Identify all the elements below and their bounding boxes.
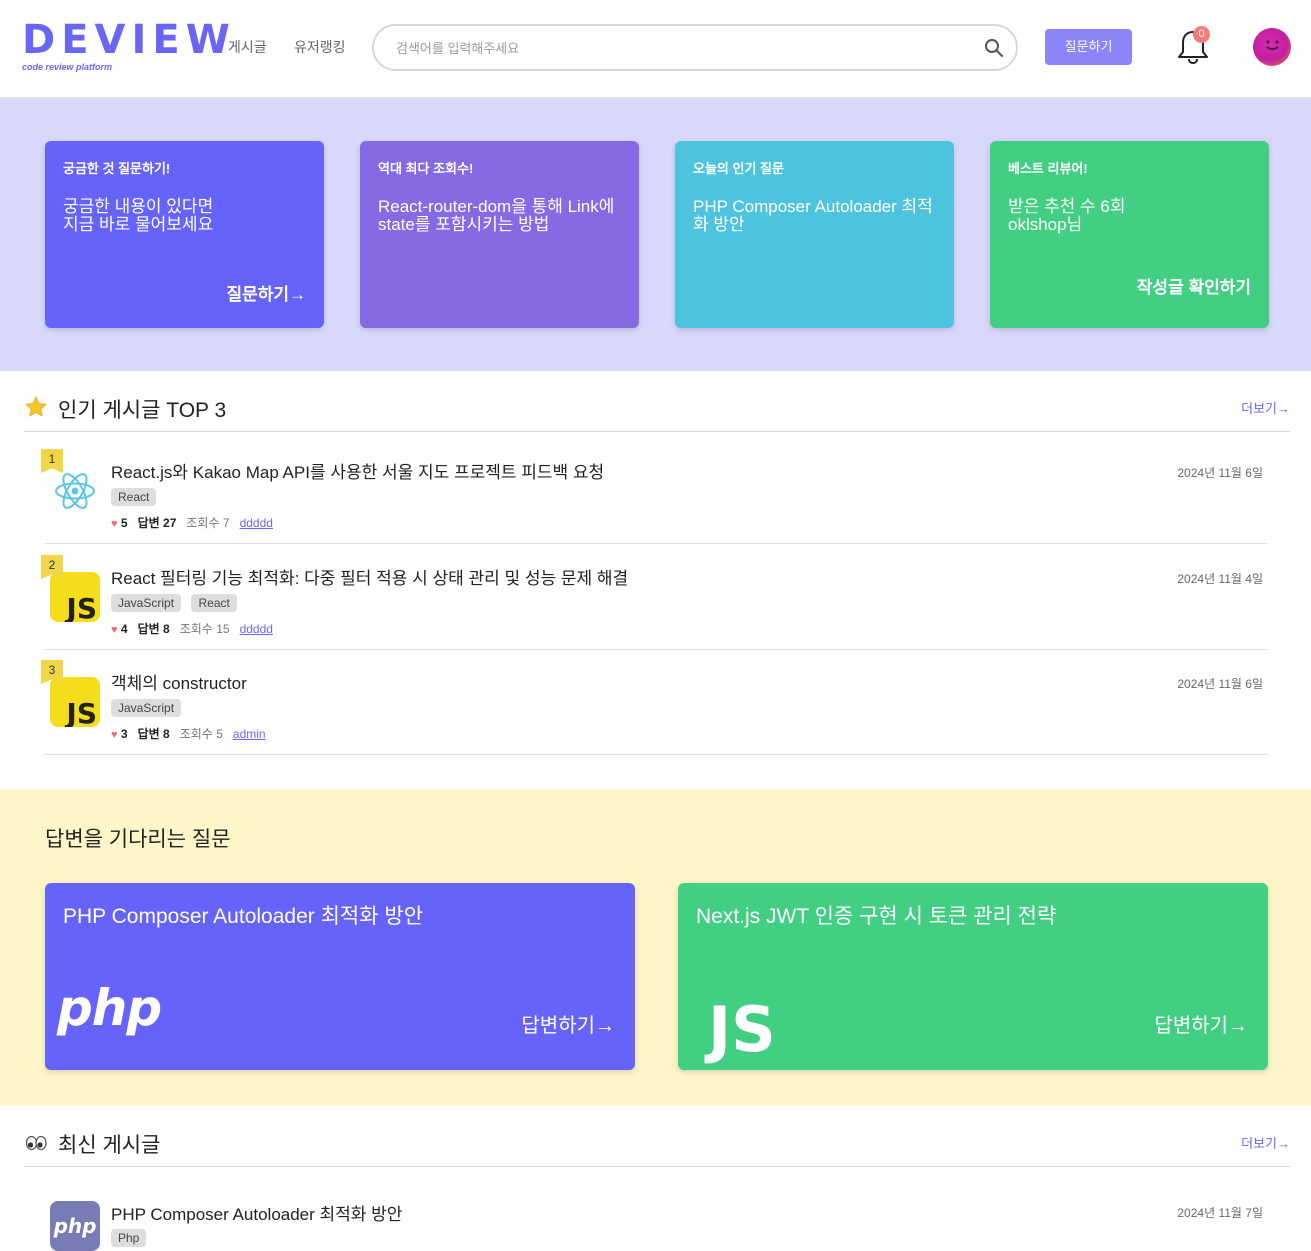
hero-card-ask[interactable]: 궁금한 것 질문하기! 궁금한 내용이 있다면 지금 바로 물어보세요 질문하기… bbox=[45, 141, 324, 328]
heart-icon: ♥ bbox=[111, 624, 118, 636]
post-meta: ♥ 3 답변 8 조회수 5 admin bbox=[111, 725, 266, 742]
post-title[interactable]: React 필터링 기능 최적화: 다중 필터 적용 시 상태 관리 및 성능 … bbox=[111, 564, 628, 589]
post-meta: ♥ 4 답변 8 조회수 15 ddddd bbox=[111, 620, 273, 637]
react-icon bbox=[55, 473, 95, 509]
view-label: 조회수 bbox=[179, 727, 213, 741]
hero-card-best-reviewer[interactable]: 베스트 리뷰어! 받은 추천 수 6회 oklshop님 작성글 확인하기 bbox=[990, 141, 1269, 328]
waiting-card-php[interactable]: PHP Composer Autoloader 최적화 방안 php 답변하기→ bbox=[45, 883, 635, 1070]
heart-icon: ♥ bbox=[111, 518, 118, 530]
popular-more-link[interactable]: 더보기→ bbox=[1241, 398, 1290, 417]
logo[interactable]: DEVIEW code review platform bbox=[22, 17, 236, 74]
js-icon: JS bbox=[50, 572, 100, 622]
php-logo-icon: php bbox=[57, 979, 162, 1037]
search-icon[interactable] bbox=[984, 38, 1004, 58]
like-count: 4 bbox=[120, 622, 128, 636]
post-tags: React bbox=[111, 488, 162, 506]
answer-count: 8 bbox=[163, 622, 170, 636]
hero-card-label: 역대 최다 조회수! bbox=[378, 161, 474, 176]
view-label: 조회수 bbox=[179, 622, 213, 636]
waiting-card-title: PHP Composer Autoloader 최적화 방안 bbox=[63, 905, 424, 928]
waiting-section: 답변을 기다리는 질문 PHP Composer Autoloader 최적화 … bbox=[0, 789, 1311, 1106]
latest-post-1[interactable]: php PHP Composer Autoloader 최적화 방안 Php 2… bbox=[45, 1173, 1267, 1251]
popular-post-2[interactable]: JS 2 React 필터링 기능 최적화: 다중 필터 적용 시 상태 관리 … bbox=[41, 544, 1267, 650]
tag-react[interactable]: React bbox=[191, 594, 237, 612]
nav-user-ranking[interactable]: 유저랭킹 bbox=[294, 37, 346, 57]
hero-card-label: 오늘의 인기 질문 bbox=[693, 161, 784, 176]
post-title[interactable]: 객체의 constructor bbox=[111, 669, 247, 694]
star-icon bbox=[25, 396, 47, 417]
eyes-icon bbox=[25, 1135, 47, 1151]
tag-php[interactable]: Php bbox=[111, 1229, 147, 1247]
ask-question-button[interactable]: 질문하기 bbox=[1045, 29, 1132, 65]
hero-card-text: 받은 추천 수 6회 oklshop님 bbox=[1008, 197, 1126, 234]
view-count: 7 bbox=[222, 516, 230, 530]
nav-posts[interactable]: 게시글 bbox=[228, 37, 267, 57]
answer-label: 답변 bbox=[137, 516, 160, 530]
post-date: 2024년 11월 7일 bbox=[1177, 1206, 1263, 1220]
hero-card-label: 궁금한 것 질문하기! bbox=[63, 161, 171, 176]
hero-card-label: 베스트 리뷰어! bbox=[1008, 161, 1088, 176]
post-date: 2024년 11월 4일 bbox=[1177, 572, 1263, 586]
waiting-card-title: Next.js JWT 인증 구현 시 토큰 관리 전략 bbox=[696, 905, 1057, 928]
hero-card-most-viewed[interactable]: 역대 최다 조회수! React-router-dom을 통해 Link에 st… bbox=[360, 141, 639, 328]
latest-section-header: 최신 게시글 더보기→ bbox=[24, 1127, 1290, 1167]
hero-section: 궁금한 것 질문하기! 궁금한 내용이 있다면 지금 바로 물어보세요 질문하기… bbox=[0, 98, 1311, 371]
author-link[interactable]: ddddd bbox=[240, 622, 273, 636]
hero-card-text: 궁금한 내용이 있다면 지금 바로 물어보세요 bbox=[63, 197, 214, 234]
post-meta: ♥ 5 답변 27 조회수 7 ddddd bbox=[111, 514, 273, 531]
like-count: 3 bbox=[120, 727, 128, 741]
view-count: 15 bbox=[216, 622, 230, 636]
header: DEVIEW code review platform 게시글 유저랭킹 질문하… bbox=[0, 0, 1311, 98]
hero-view-posts-link[interactable]: 작성글 확인하기 bbox=[1137, 273, 1251, 298]
tag-react[interactable]: React bbox=[111, 488, 157, 506]
popular-post-1[interactable]: 1 React.js와 Kakao Map API를 사용한 서울 지도 프로젝… bbox=[41, 438, 1267, 544]
latest-more-link[interactable]: 더보기→ bbox=[1241, 1133, 1290, 1152]
waiting-title: 답변을 기다리는 질문 bbox=[45, 828, 231, 851]
js-icon: JS bbox=[50, 677, 100, 727]
post-tags: JavaScript bbox=[111, 699, 187, 717]
tag-javascript[interactable]: JavaScript bbox=[111, 594, 182, 612]
logo-text: DEVIEW bbox=[22, 17, 236, 63]
view-count: 5 bbox=[216, 727, 223, 741]
popular-section-header: 인기 게시글 TOP 3 더보기→ bbox=[24, 392, 1290, 432]
latest-title: 최신 게시글 bbox=[58, 1134, 161, 1157]
answer-label: 답변 bbox=[137, 622, 160, 636]
popular-title: 인기 게시글 TOP 3 bbox=[58, 399, 227, 422]
tag-javascript[interactable]: JavaScript bbox=[111, 699, 182, 717]
php-icon: php bbox=[50, 1201, 100, 1251]
like-count: 5 bbox=[120, 516, 128, 530]
avatar-face-icon bbox=[1266, 40, 1279, 50]
answer-button[interactable]: 답변하기→ bbox=[1154, 1009, 1248, 1038]
post-date: 2024년 11월 6일 bbox=[1177, 677, 1263, 691]
post-title[interactable]: React.js와 Kakao Map API를 사용한 서울 지도 프로젝트 … bbox=[111, 458, 604, 483]
notification-badge: 0 bbox=[1193, 26, 1210, 43]
avatar[interactable] bbox=[1253, 28, 1291, 66]
post-date: 2024년 11월 6일 bbox=[1177, 466, 1263, 480]
js-logo-icon: JS bbox=[708, 993, 776, 1066]
post-title[interactable]: PHP Composer Autoloader 최적화 방안 bbox=[111, 1200, 402, 1225]
answer-button[interactable]: 답변하기→ bbox=[521, 1009, 615, 1038]
post-tags: Php bbox=[111, 1229, 152, 1247]
answer-count: 8 bbox=[163, 727, 170, 741]
heart-icon: ♥ bbox=[111, 729, 118, 741]
answer-label: 답변 bbox=[137, 727, 160, 741]
hero-card-text: React-router-dom을 통해 Link에 state를 포함시키는 … bbox=[378, 197, 615, 234]
answer-count: 27 bbox=[163, 516, 177, 530]
author-link[interactable]: ddddd bbox=[240, 516, 273, 530]
author-link[interactable]: admin bbox=[233, 727, 266, 741]
logo-subtitle: code review platform bbox=[22, 62, 113, 72]
waiting-card-nextjs[interactable]: Next.js JWT 인증 구현 시 토큰 관리 전략 JS 답변하기→ bbox=[678, 883, 1268, 1070]
popular-post-3[interactable]: JS 3 객체의 constructor JavaScript ♥ 3 답변 8… bbox=[41, 649, 1267, 755]
search-bar bbox=[372, 24, 1018, 71]
hero-card-text: PHP Composer Autoloader 최적화 방안 bbox=[693, 197, 933, 234]
search-input[interactable] bbox=[396, 37, 956, 59]
hero-ask-link[interactable]: 질문하기→ bbox=[226, 280, 306, 305]
post-tags: JavaScript React bbox=[111, 594, 243, 612]
hero-card-today-popular[interactable]: 오늘의 인기 질문 PHP Composer Autoloader 최적화 방안 bbox=[675, 141, 954, 328]
view-label: 조회수 bbox=[186, 516, 220, 530]
